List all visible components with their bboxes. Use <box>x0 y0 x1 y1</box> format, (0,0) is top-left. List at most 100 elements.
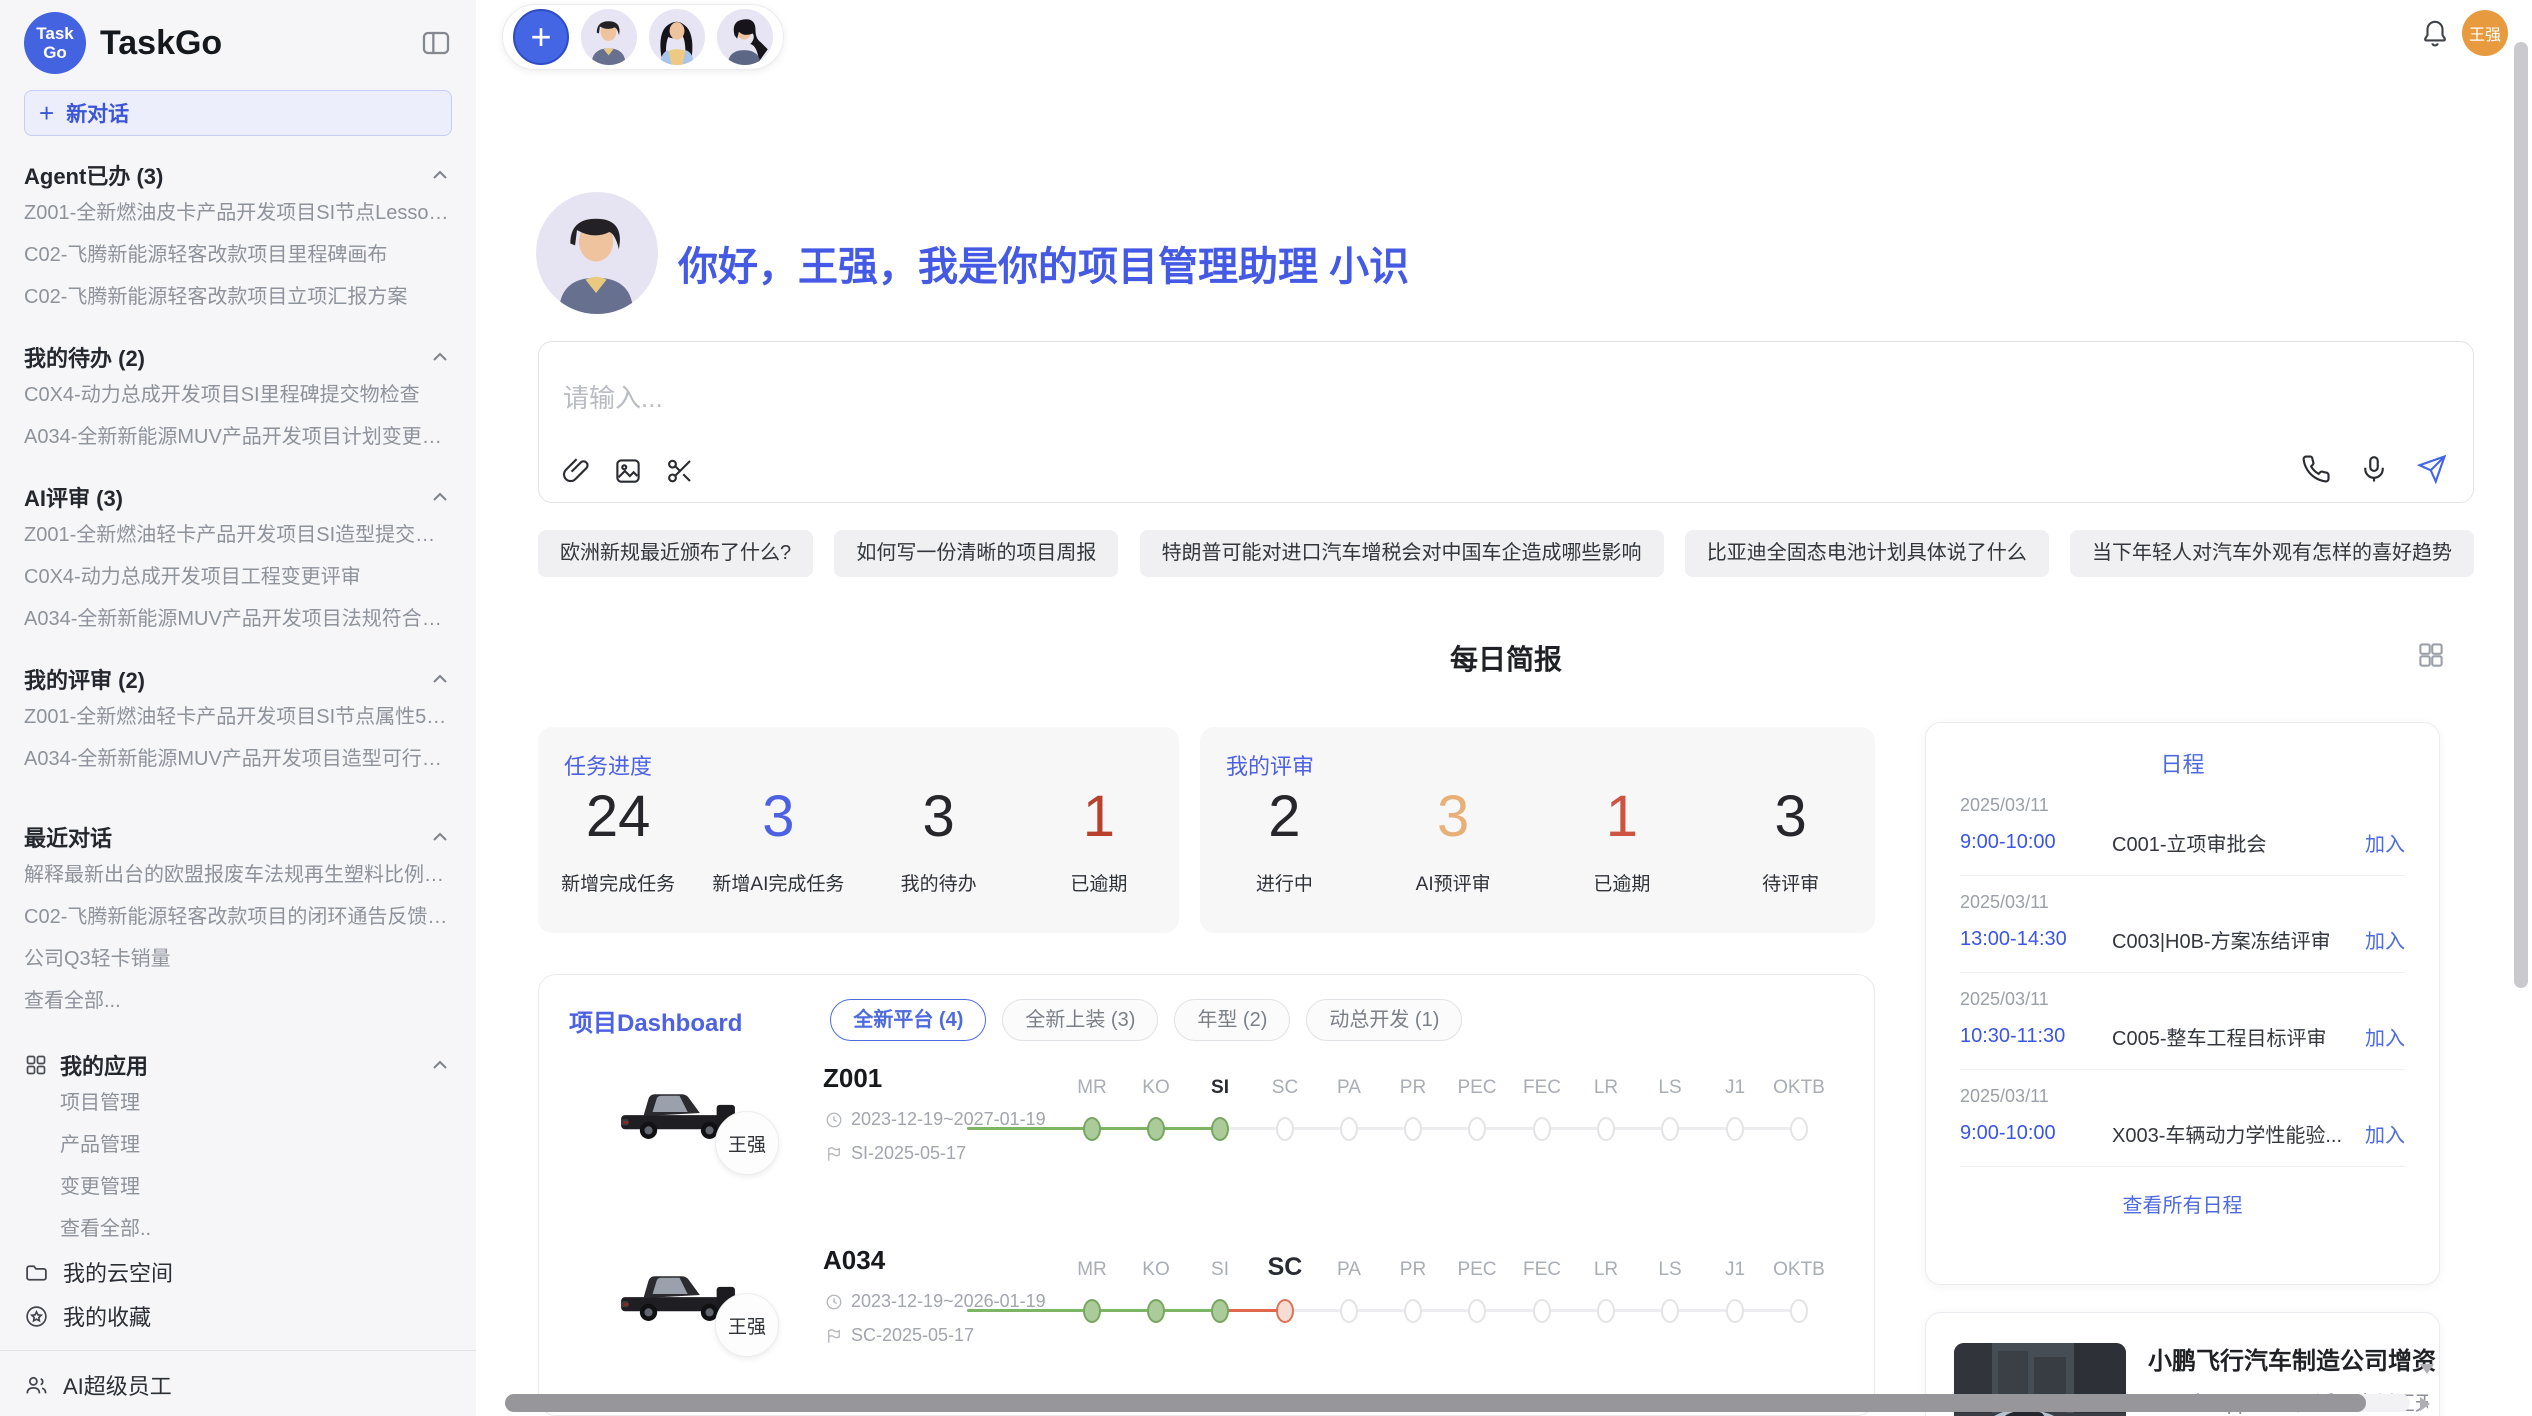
project-owner-badge: 王强 <box>715 1293 779 1357</box>
sidebar-item[interactable]: C0X4-动力总成开发项目工程变更评审 <box>24 556 452 598</box>
app-item[interactable]: 项目管理 <box>24 1082 452 1124</box>
tab-powertrain[interactable]: 动总开发 (1) <box>1306 999 1462 1041</box>
stat-label: 新增AI完成任务 <box>698 869 858 896</box>
schedule-event-title: C005-整车工程目标评审 <box>2112 1022 2365 1051</box>
milestone-dot <box>1340 1117 1358 1141</box>
section-header-recent: 最近对话 <box>24 820 452 854</box>
project-row-z001[interactable]: 王强 Z001 2023-12-19~2027-01-19 SI-2025-05… <box>539 1055 1874 1223</box>
chat-input[interactable] <box>563 378 2263 438</box>
chevron-up-icon[interactable] <box>428 825 452 849</box>
sidebar-item[interactable]: C0X4-动力总成开发项目SI里程碑提交物检查 <box>24 374 452 416</box>
chevron-up-icon[interactable] <box>428 345 452 369</box>
microphone-icon[interactable] <box>2359 454 2389 484</box>
phone-call-icon[interactable] <box>2301 454 2331 484</box>
recent-chat-item[interactable]: C02-飞腾新能源轻客改款项目的闭环通告反馈情况 <box>24 896 452 938</box>
stat-value: 3 <box>1369 785 1538 849</box>
flag-icon <box>825 1145 843 1163</box>
sidebar-collapse-icon[interactable] <box>420 27 452 59</box>
chevron-up-icon[interactable] <box>428 163 452 187</box>
project-flag-milestone: SI-2025-05-17 <box>825 1143 966 1164</box>
join-link[interactable]: 加入 <box>2365 828 2405 857</box>
join-link[interactable]: 加入 <box>2365 925 2405 954</box>
view-all-schedule-link[interactable]: 查看所有日程 <box>1960 1167 2405 1218</box>
join-link[interactable]: 加入 <box>2365 1022 2405 1051</box>
schedule-time: 10:30-11:30 <box>1960 1025 2112 1048</box>
add-agent-button[interactable]: + <box>513 9 569 65</box>
project-code: A034 <box>823 1245 885 1276</box>
logo-row: Task Go TaskGo <box>24 10 452 76</box>
milestone-dot <box>1533 1117 1551 1141</box>
new-chat-label: 新对话 <box>66 98 129 128</box>
apps-view-all[interactable]: 查看全部.. <box>24 1208 452 1250</box>
suggestion-chip[interactable]: 比亚迪全固态电池计划具体说了什么 <box>1685 530 2049 577</box>
vertical-scrollbar-thumb[interactable] <box>2514 42 2528 988</box>
sidebar-item[interactable]: A034-全新新能源MUV产品开发项目计划变更表编写 <box>24 416 452 458</box>
user-avatar[interactable]: 王强 <box>2462 10 2508 56</box>
plus-icon: + <box>39 100 54 126</box>
sidebar-item-cloud-space[interactable]: 我的云空间 <box>24 1250 452 1294</box>
milestone-dot <box>1790 1117 1808 1141</box>
sidebar-item-ai-staff[interactable]: AI超级员工 <box>24 1363 452 1407</box>
sidebar-item[interactable]: Z001-全新燃油皮卡产品开发项目SI节点Lesson Learn报告 <box>24 192 452 234</box>
join-link[interactable]: 加入 <box>2365 1119 2405 1148</box>
agent-avatar-3[interactable] <box>717 9 773 65</box>
suggestion-chip[interactable]: 当下年轻人对汽车外观有怎样的喜好趋势 <box>2070 530 2474 577</box>
milestone-dot <box>1468 1117 1486 1141</box>
schedule-title: 日程 <box>1960 747 2405 779</box>
project-code: Z001 <box>823 1063 882 1094</box>
schedule-item: 2025/03/11 9:00-10:00 X003-车辆动力学性能验... 加… <box>1960 1070 2405 1167</box>
app-grid-icon <box>24 1053 48 1077</box>
milestone-dot-overdue <box>1276 1299 1294 1323</box>
stat-value: 3 <box>698 785 858 849</box>
sidebar-item-help-write[interactable]: 帮我写作 <box>24 1407 452 1416</box>
project-row-a034[interactable]: 王强 A034 2023-12-19~2026-01-19 SC-2025-05… <box>539 1237 1874 1405</box>
scroll-right-arrow[interactable] <box>2420 1397 2430 1411</box>
attachment-icon[interactable] <box>561 456 591 486</box>
recent-view-all[interactable]: 查看全部... <box>24 980 452 1022</box>
sidebar-item[interactable]: C02-飞腾新能源轻客改款项目立项汇报方案 <box>24 276 452 318</box>
sidebar-item-favorites[interactable]: 我的收藏 <box>24 1294 452 1338</box>
sidebar-item[interactable]: A034-全新新能源MUV产品开发项目法规符合性评审 <box>24 598 452 640</box>
image-upload-icon[interactable] <box>613 456 643 486</box>
flag-icon <box>825 1327 843 1345</box>
favorites-label: 我的收藏 <box>63 1300 151 1332</box>
tab-platform[interactable]: 全新平台 (4) <box>830 999 986 1041</box>
agent-avatar-2[interactable] <box>649 9 705 65</box>
chevron-up-icon[interactable] <box>428 667 452 691</box>
scroll-down-arrow[interactable] <box>2420 1364 2434 1374</box>
suggestion-chip[interactable]: 如何写一份清晰的项目周报 <box>834 530 1118 577</box>
sidebar-item[interactable]: C02-飞腾新能源轻客改款项目里程碑画布 <box>24 234 452 276</box>
tab-upfit[interactable]: 全新上装 (3) <box>1002 999 1158 1041</box>
sidebar-item[interactable]: A034-全新新能源MUV产品开发项目造型可行性评审 <box>24 738 452 780</box>
app-item[interactable]: 产品管理 <box>24 1124 452 1166</box>
app-item[interactable]: 变更管理 <box>24 1166 452 1208</box>
suggestion-chip[interactable]: 特朗普可能对进口汽车增税会对中国车企造成哪些影响 <box>1140 530 1664 577</box>
section-title: 最近对话 <box>24 821 112 853</box>
recent-chat-item[interactable]: 公司Q3轻卡销量 <box>24 938 452 980</box>
schedule-time: 9:00-10:00 <box>1960 1122 2112 1145</box>
agent-avatar-1[interactable] <box>581 9 637 65</box>
sidebar-item[interactable]: Z001-全新燃油轻卡产品开发项目SI节点属性5D文件评审 <box>24 696 452 738</box>
suggestion-chip[interactable]: 欧洲新规最近颁布了什么? <box>538 530 813 577</box>
stat-label: 已逾期 <box>1019 869 1179 896</box>
stat-value: 2 <box>1200 785 1369 849</box>
sidebar-item[interactable]: Z001-全新燃油轻卡产品开发项目SI造型提交物评审 <box>24 514 452 556</box>
horizontal-scrollbar-thumb[interactable] <box>505 1394 2366 1412</box>
milestone-dot <box>1790 1299 1808 1323</box>
schedule-item: 2025/03/11 9:00-10:00 C001-立项审批会 加入 <box>1960 779 2405 876</box>
stat: 3 AI预评审 <box>1369 785 1538 896</box>
schedule-card: 日程 2025/03/11 9:00-10:00 C001-立项审批会 加入 2… <box>1925 722 2440 1285</box>
send-icon[interactable] <box>2417 454 2447 484</box>
recent-chat-item[interactable]: 解释最新出台的欧盟报废车法规再生塑料比例被调至15%... <box>24 854 452 896</box>
message-composer <box>538 341 2474 503</box>
milestone-dot <box>1340 1299 1358 1323</box>
chevron-up-icon[interactable] <box>428 485 452 509</box>
tab-model-year[interactable]: 年型 (2) <box>1174 999 1290 1041</box>
layout-grid-icon[interactable] <box>2416 640 2446 670</box>
notification-bell-icon[interactable] <box>2420 18 2450 48</box>
project-flag-milestone: SC-2025-05-17 <box>825 1325 974 1346</box>
chevron-up-icon[interactable] <box>428 1053 452 1077</box>
scissors-icon[interactable] <box>665 456 695 486</box>
stat-value: 24 <box>538 785 698 849</box>
new-chat-button[interactable]: + 新对话 <box>24 90 452 136</box>
